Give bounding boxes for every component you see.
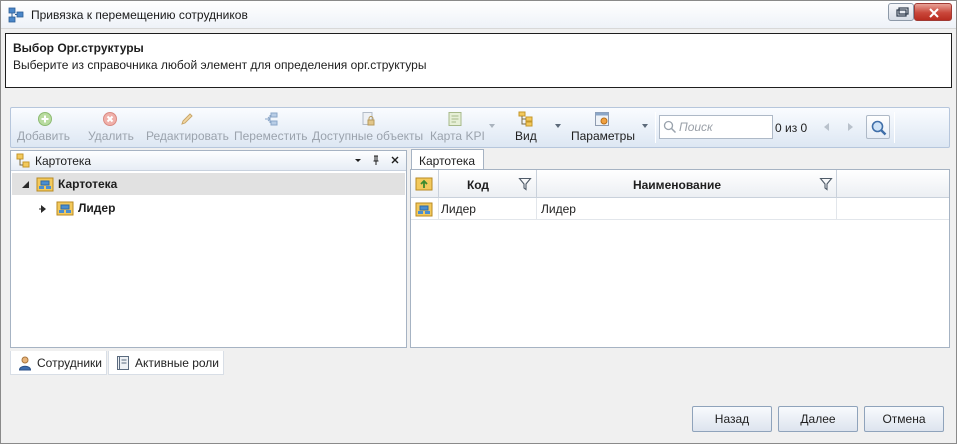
view-label: Вид	[515, 129, 537, 143]
book-icon	[117, 356, 129, 370]
toolbar-separator	[655, 112, 656, 143]
close-icon	[391, 156, 399, 164]
pane-menu-button[interactable]	[351, 153, 365, 167]
grid-header: Код Наименование	[411, 170, 949, 198]
parameters-label: Параметры	[571, 129, 635, 143]
view-tree-icon	[518, 111, 534, 127]
kpi-card-icon	[447, 111, 463, 127]
tab-catalog[interactable]: Картотека	[411, 149, 484, 170]
previous-button[interactable]	[817, 117, 837, 137]
record-counter: 0 из 0	[775, 121, 808, 135]
document-lock-icon	[360, 111, 376, 127]
next-button[interactable]: Далее	[778, 406, 858, 432]
kpi-map-label: Карта KPI	[430, 129, 485, 143]
toolbar: Добавить Удалить Редактировать Перемести…	[10, 107, 950, 148]
chevron-down-icon	[642, 124, 648, 128]
settings-icon	[594, 111, 610, 127]
window-title: Привязка к перемещению сотрудников	[31, 8, 248, 22]
bottom-tab-strip: Сотрудники Активные роли	[10, 351, 407, 375]
tab-employees[interactable]: Сотрудники	[10, 351, 107, 375]
available-objects-button[interactable]: Доступные объекты	[311, 108, 425, 147]
person-icon	[18, 356, 32, 371]
tree-node-label: Лидер	[78, 201, 116, 215]
pane-close-button[interactable]	[388, 153, 402, 167]
tree-pane-title: Картотека	[35, 154, 92, 168]
level-up-icon	[415, 177, 433, 191]
cancel-button[interactable]: Отмена	[864, 406, 944, 432]
add-button[interactable]: Добавить	[15, 108, 75, 147]
name-cell-text: Лидер	[541, 202, 576, 216]
org-unit-icon	[415, 202, 433, 217]
back-button[interactable]: Назад	[692, 406, 772, 432]
tab-catalog-label: Картотека	[419, 154, 476, 168]
tree-node-child[interactable]: Лидер	[12, 197, 405, 219]
edit-button[interactable]: Редактировать	[145, 108, 231, 147]
tab-employees-label: Сотрудники	[37, 356, 102, 370]
search-box[interactable]	[659, 115, 773, 139]
delete-icon	[102, 111, 118, 127]
header-panel: Выбор Орг.структуры Выберите из справочн…	[5, 33, 952, 88]
tree-node-root[interactable]: Картотека	[12, 173, 405, 195]
magnifier-icon	[871, 120, 887, 136]
column-header-name-label: Наименование	[632, 178, 722, 192]
view-button[interactable]: Вид	[511, 108, 563, 147]
code-cell: Лидер	[439, 198, 537, 220]
add-label: Добавить	[17, 129, 71, 143]
filter-icon[interactable]	[819, 177, 833, 191]
delete-button[interactable]: Удалить	[85, 108, 137, 147]
column-header-code[interactable]: Код	[439, 170, 537, 198]
delete-label: Удалить	[88, 129, 134, 143]
records-grid: Код Наименование Лидер Лидер	[410, 169, 950, 348]
tree-pane-header: Картотека	[11, 151, 406, 171]
org-unit-icon	[36, 176, 54, 195]
pin-icon	[373, 155, 379, 165]
filter-icon[interactable]	[518, 177, 532, 191]
header-title: Выбор Орг.структуры	[13, 41, 144, 55]
caret-down-icon	[355, 159, 361, 162]
advanced-search-button[interactable]	[866, 115, 890, 139]
kpi-map-button[interactable]: Карта KPI	[429, 108, 497, 147]
org-unit-icon	[56, 200, 74, 219]
tree-node-label: Картотека	[58, 177, 118, 191]
move-button[interactable]: Переместить	[233, 108, 309, 147]
tab-active-roles-label: Активные роли	[135, 356, 220, 370]
tree-pane: Картотека Картотека Лидер	[10, 150, 407, 348]
pin-button[interactable]	[369, 153, 383, 167]
chevron-down-icon	[489, 124, 495, 128]
next-page-button[interactable]	[840, 117, 860, 137]
chevron-right-icon	[848, 123, 853, 131]
tab-active-roles[interactable]: Активные роли	[108, 351, 224, 375]
toolbar-separator	[894, 112, 895, 143]
dialog-window: Привязка к перемещению сотрудников Выбор…	[0, 0, 957, 444]
name-cell: Лидер	[537, 198, 837, 220]
search-icon	[663, 120, 677, 134]
row-icon-column-header	[411, 170, 439, 198]
column-header-name[interactable]: Наименование	[537, 170, 837, 198]
available-objects-label: Доступные объекты	[312, 129, 424, 143]
header-description: Выберите из справочника любой элемент дл…	[13, 58, 427, 72]
chevron-left-icon	[824, 123, 829, 131]
add-icon	[37, 111, 53, 127]
code-cell-text: Лидер	[441, 202, 476, 216]
move-icon	[263, 111, 279, 127]
table-row[interactable]: Лидер Лидер	[411, 198, 949, 220]
app-icon	[8, 7, 24, 23]
column-header-code-label: Код	[466, 178, 490, 192]
chevron-down-icon	[555, 124, 561, 128]
title-bar: Привязка к перемещению сотрудников	[1, 1, 956, 29]
restore-button[interactable]	[888, 3, 914, 21]
edit-label: Редактировать	[146, 129, 229, 143]
move-label: Переместить	[234, 129, 308, 143]
close-button[interactable]	[914, 3, 952, 21]
row-icon-cell	[411, 198, 439, 220]
parameters-button[interactable]: Параметры	[567, 108, 653, 147]
search-input[interactable]	[679, 119, 771, 135]
catalog-icon	[15, 153, 31, 172]
pencil-icon	[179, 111, 195, 127]
